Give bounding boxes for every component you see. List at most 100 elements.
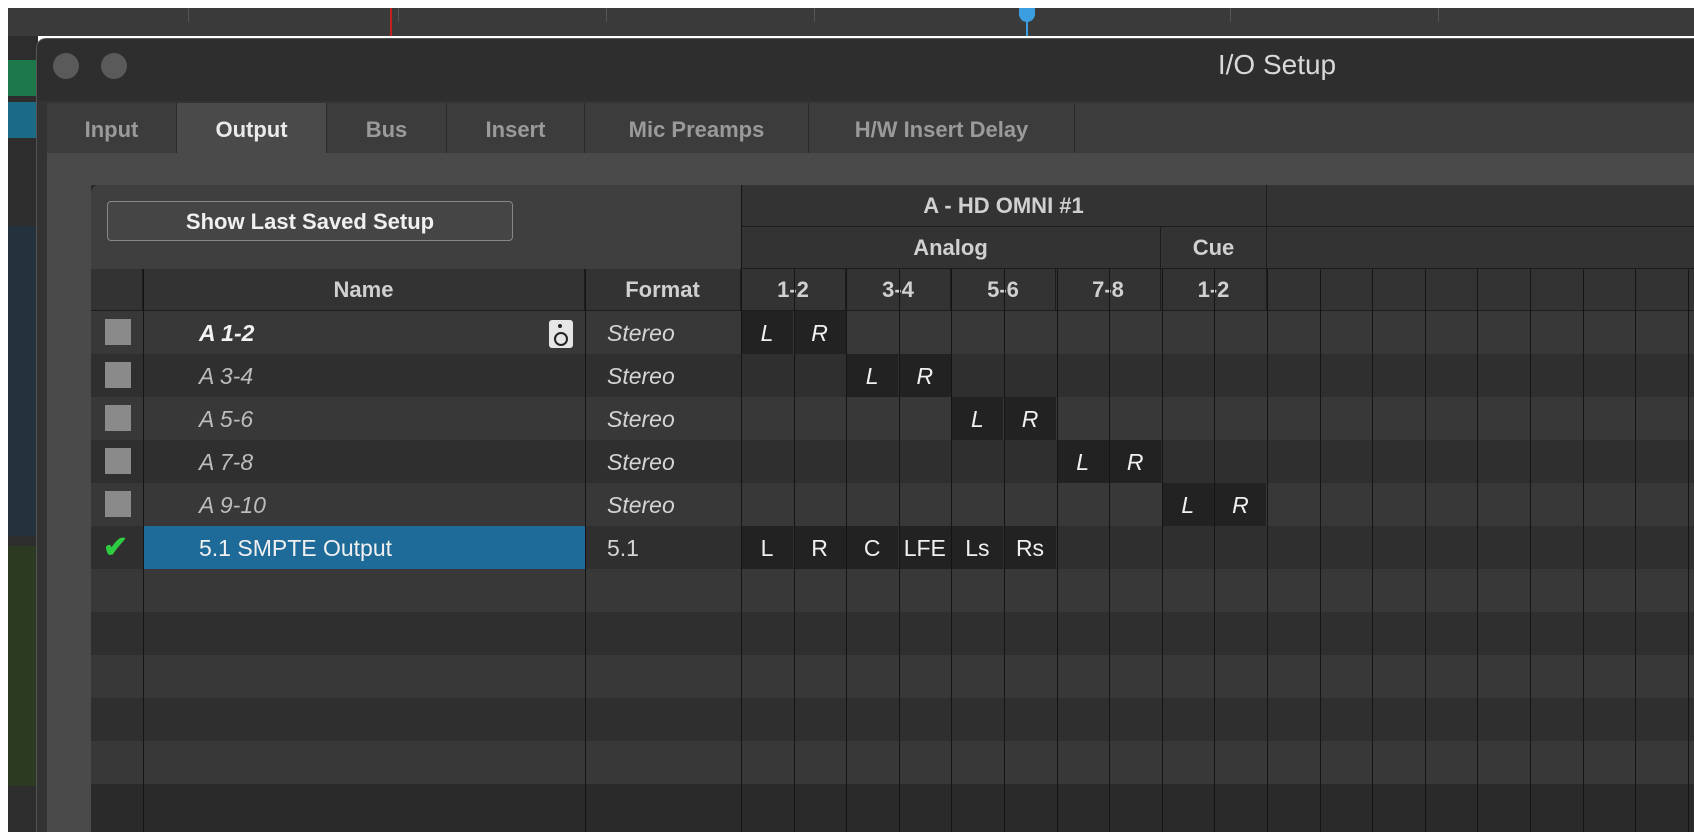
grid-line: [1109, 269, 1110, 832]
ruler-tick: [1438, 8, 1439, 22]
active-checkbox[interactable]: [105, 491, 131, 517]
background-track-strip: [8, 36, 38, 832]
channel-assignment-cell[interactable]: L: [1056, 440, 1109, 483]
grid-line: [1214, 269, 1215, 832]
grid-line: [143, 269, 144, 832]
active-checkmark-icon[interactable]: ✔: [103, 530, 128, 565]
empty-row: [91, 569, 1694, 612]
empty-row: [91, 612, 1694, 655]
output-row[interactable]: A 9-10 Stereo L R: [91, 483, 1694, 526]
window-title: I/O Setup: [1217, 49, 1337, 80]
io-grid-panel: Show Last Saved Setup A - HD OMNI #1 Ana…: [91, 185, 1694, 832]
channel-assignment-cell[interactable]: L: [1161, 483, 1214, 526]
channel-assignment-cell[interactable]: R: [793, 311, 846, 354]
channel-assignment-cell[interactable]: R: [1109, 440, 1162, 483]
grid-line: [1635, 269, 1636, 832]
show-last-saved-setup-button[interactable]: Show Last Saved Setup: [107, 201, 513, 241]
channel-assignment-cell[interactable]: L: [741, 526, 793, 569]
tab-insert[interactable]: Insert: [447, 103, 585, 153]
tab-input[interactable]: Input: [47, 103, 177, 153]
active-checkbox[interactable]: [105, 448, 131, 474]
path-format[interactable]: Stereo: [607, 311, 757, 355]
channel-assignment-cell[interactable]: L: [741, 311, 793, 354]
path-format[interactable]: Stereo: [607, 440, 757, 484]
analog-group-header: Analog: [741, 227, 1161, 269]
edit-cursor-marker[interactable]: [390, 8, 392, 36]
track-region: [8, 226, 38, 536]
channel-assignment-cell[interactable]: L: [846, 354, 899, 397]
grid-line: [1425, 269, 1426, 832]
monitor-speaker-icon[interactable]: [549, 320, 573, 348]
empty-row: [91, 655, 1694, 698]
output-row[interactable]: A 3-4 Stereo L R: [91, 354, 1694, 397]
title-bar[interactable]: I/O Setup: [37, 39, 1694, 101]
grid-line: [1477, 269, 1478, 832]
io-setup-window: I/O Setup Input Output Bus Insert Mic Pr…: [36, 38, 1694, 832]
empty-row: [91, 741, 1694, 784]
path-name[interactable]: A 5-6: [143, 397, 585, 440]
format-column-header[interactable]: Format: [585, 269, 741, 311]
path-name[interactable]: A 9-10: [143, 483, 585, 526]
grid-line: [1530, 269, 1531, 832]
channel-assignment-cell[interactable]: R: [793, 526, 846, 569]
grid-line: [1688, 269, 1689, 832]
path-format[interactable]: Stereo: [607, 397, 757, 441]
track-region: [8, 546, 38, 786]
grid-line: [585, 269, 586, 832]
grid-line: [1162, 269, 1163, 832]
checkbox-column-header: [91, 269, 143, 311]
grid-line: [1583, 269, 1584, 832]
channel-assignment-cell[interactable]: Rs: [1004, 526, 1056, 569]
active-checkbox[interactable]: [105, 319, 131, 345]
tab-bus[interactable]: Bus: [327, 103, 447, 153]
name-column-header[interactable]: Name: [143, 269, 585, 311]
channel-assignment-cell[interactable]: LFE: [898, 526, 951, 569]
grid-line: [1057, 269, 1058, 832]
path-name[interactable]: A 7-8: [143, 440, 585, 483]
track-color-block: [8, 60, 38, 96]
channel-header-empty: [1267, 269, 1694, 311]
ruler-tick: [188, 8, 189, 22]
close-window-button[interactable]: [53, 53, 79, 79]
path-name[interactable]: 5.1 SMPTE Output: [143, 526, 585, 569]
path-format[interactable]: Stereo: [607, 483, 757, 527]
tab-content: Show Last Saved Setup A - HD OMNI #1 Ana…: [47, 153, 1694, 832]
path-name[interactable]: A 1-2: [143, 311, 585, 354]
minimize-window-button[interactable]: [101, 53, 127, 79]
grid-line: [1320, 269, 1321, 832]
tab-output[interactable]: Output: [177, 103, 327, 153]
device-header-empty: [1267, 185, 1694, 227]
output-row[interactable]: A 5-6 Stereo L R: [91, 397, 1694, 440]
ruler-tick: [1230, 8, 1231, 22]
output-row[interactable]: A 7-8 Stereo L R: [91, 440, 1694, 483]
playhead-handle[interactable]: [1019, 8, 1035, 22]
channel-assignment-cell[interactable]: L: [951, 397, 1004, 440]
grid-line: [1267, 269, 1268, 832]
path-name[interactable]: A 3-4: [143, 354, 585, 397]
background-timeline-ruler: [8, 8, 1694, 36]
channel-assignment-cell[interactable]: R: [898, 354, 951, 397]
empty-row: [91, 698, 1694, 741]
grid-line: [1004, 269, 1005, 832]
tab-mic-preamps[interactable]: Mic Preamps: [585, 103, 809, 153]
channel-assignment-cell[interactable]: R: [1004, 397, 1056, 440]
channel-assignment-cell[interactable]: Ls: [951, 526, 1004, 569]
grid-line: [899, 269, 900, 832]
grid-line: [951, 269, 952, 832]
active-checkbox[interactable]: [105, 362, 131, 388]
grid-line: [741, 185, 742, 832]
path-format[interactable]: Stereo: [607, 354, 757, 398]
channel-assignment-cell[interactable]: C: [846, 526, 899, 569]
panel-controls-area: Show Last Saved Setup: [91, 185, 741, 269]
output-row[interactable]: ✔ 5.1 SMPTE Output 5.1 L R C LFE Ls Rs: [91, 526, 1694, 569]
tab-hw-insert-delay[interactable]: H/W Insert Delay: [809, 103, 1075, 153]
ruler-tick: [606, 8, 607, 22]
ruler-tick: [398, 8, 399, 22]
path-format[interactable]: 5.1: [607, 526, 757, 570]
ruler-tick: [814, 8, 815, 22]
device-header: A - HD OMNI #1: [741, 185, 1267, 227]
output-row[interactable]: A 1-2 Stereo L R: [91, 311, 1694, 354]
group-header-empty: [1267, 227, 1694, 269]
active-checkbox[interactable]: [105, 405, 131, 431]
channel-assignment-cell[interactable]: R: [1214, 483, 1267, 526]
